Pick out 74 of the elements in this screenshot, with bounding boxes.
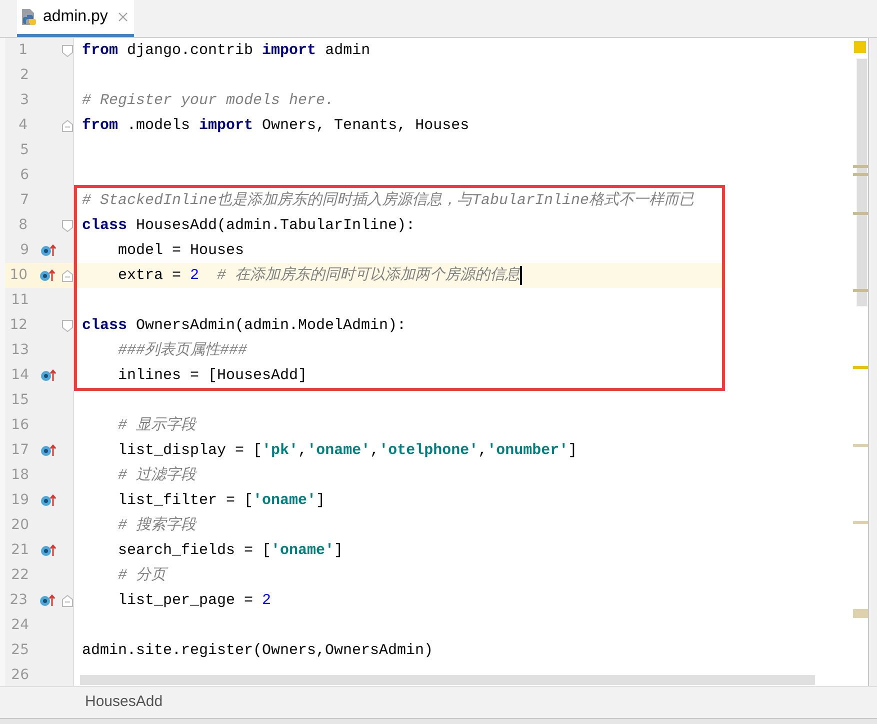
- line-number: 26: [10, 666, 29, 685]
- circle-up-arrow-icon[interactable]: [38, 269, 55, 282]
- error-stripe-mark[interactable]: [853, 165, 868, 168]
- circle-up-arrow-icon[interactable]: [40, 544, 56, 557]
- code-line: search_fields = ['oname']: [117, 541, 344, 561]
- circle-up-arrow-icon[interactable]: [40, 494, 56, 507]
- code-line: # 分页: [117, 566, 166, 586]
- tab-label: admin.py: [43, 7, 108, 27]
- line-number: 15: [10, 391, 29, 410]
- line-number: 21: [10, 541, 29, 560]
- circle-up-arrow-icon[interactable]: [40, 369, 56, 382]
- line-number: 13: [10, 341, 29, 360]
- code-line: # 显示字段: [117, 415, 196, 436]
- line-number: 3: [19, 91, 29, 110]
- line-number: 4: [18, 116, 28, 135]
- fold-marker-icon[interactable]: [62, 220, 73, 232]
- fold-marker-icon[interactable]: [62, 320, 73, 332]
- circle-up-arrow-icon[interactable]: [38, 594, 55, 607]
- python-file-icon: [21, 8, 37, 26]
- line-number: 5: [19, 141, 29, 160]
- line-number: 19: [10, 491, 29, 510]
- line-number: 18: [10, 466, 29, 485]
- error-stripe-mark[interactable]: [853, 609, 868, 618]
- fold-marker-icon[interactable]: [62, 44, 73, 56]
- code-line: # 过滤字段: [117, 465, 196, 486]
- code-line: list_per_page = 2: [117, 591, 272, 611]
- code-line: inlines = [HousesAdd]: [117, 366, 308, 386]
- line-number: 11: [10, 291, 29, 310]
- close-icon[interactable]: [118, 12, 128, 22]
- line-number: 7: [19, 191, 29, 210]
- line-number: 24: [10, 616, 29, 635]
- code-line: class OwnersAdmin(admin.ModelAdmin):: [82, 316, 406, 336]
- line-number: 8: [18, 216, 28, 235]
- code-line: ###列表页属性###: [117, 340, 248, 361]
- circle-up-arrow-icon[interactable]: [40, 244, 56, 257]
- line-number: 6: [19, 166, 29, 185]
- line-number: 14: [10, 366, 29, 385]
- code-line: extra = 2 # 在添加房东的同时可以添加两个房源的信息: [117, 266, 520, 286]
- error-stripe-mark[interactable]: [853, 173, 868, 176]
- error-stripe-mark[interactable]: [853, 521, 868, 524]
- error-stripe-mark[interactable]: [853, 289, 868, 292]
- breadcrumb-item[interactable]: HousesAdd: [85, 691, 163, 714]
- code-line: list_filter = ['oname']: [117, 491, 326, 511]
- line-number: 16: [10, 416, 29, 435]
- fold-marker-icon[interactable]: [62, 270, 73, 282]
- fold-marker-icon[interactable]: [62, 594, 73, 606]
- line-number: 22: [10, 566, 29, 585]
- code-line: from .models import Owners, Tenants, Houses: [82, 116, 470, 136]
- line-number: 23: [8, 591, 28, 610]
- line-number: 12: [8, 316, 28, 335]
- code-line: admin.site.register(Owners,OwnersAdmin): [82, 641, 434, 661]
- error-stripe-mark[interactable]: [853, 444, 868, 447]
- error-stripe-mark[interactable]: [853, 212, 868, 215]
- fold-marker-icon[interactable]: [62, 120, 73, 132]
- circle-up-arrow-icon[interactable]: [40, 444, 56, 457]
- line-number: 1: [18, 41, 28, 60]
- code-line: class HousesAdd(admin.TabularInline):: [82, 216, 416, 236]
- line-number: 9: [19, 241, 29, 260]
- line-number: 10: [8, 266, 28, 285]
- status-indicator-icon[interactable]: [854, 41, 866, 53]
- code-line: model = Houses: [117, 241, 244, 261]
- line-number: 20: [10, 516, 29, 535]
- code-line: # Register your models here.: [82, 91, 334, 111]
- scrollbar-thumb[interactable]: [856, 58, 868, 307]
- file-tab[interactable]: admin.py: [17, 0, 134, 37]
- horizontal-scrollbar[interactable]: [80, 675, 815, 685]
- code-line: list_display = ['pk','oname','otelphone','onumber']: [117, 441, 578, 461]
- code-line: from django.contrib import admin: [82, 41, 370, 61]
- error-stripe-mark[interactable]: [853, 366, 868, 369]
- line-number: 2: [19, 66, 29, 85]
- line-number: 25: [10, 641, 29, 660]
- code-line: # 搜索字段: [117, 515, 196, 536]
- line-number: 17: [10, 441, 29, 460]
- code-line: # StackedInline也是添加房东的同时插入房源信息，与TabularInline格式不一样而已: [82, 190, 694, 211]
